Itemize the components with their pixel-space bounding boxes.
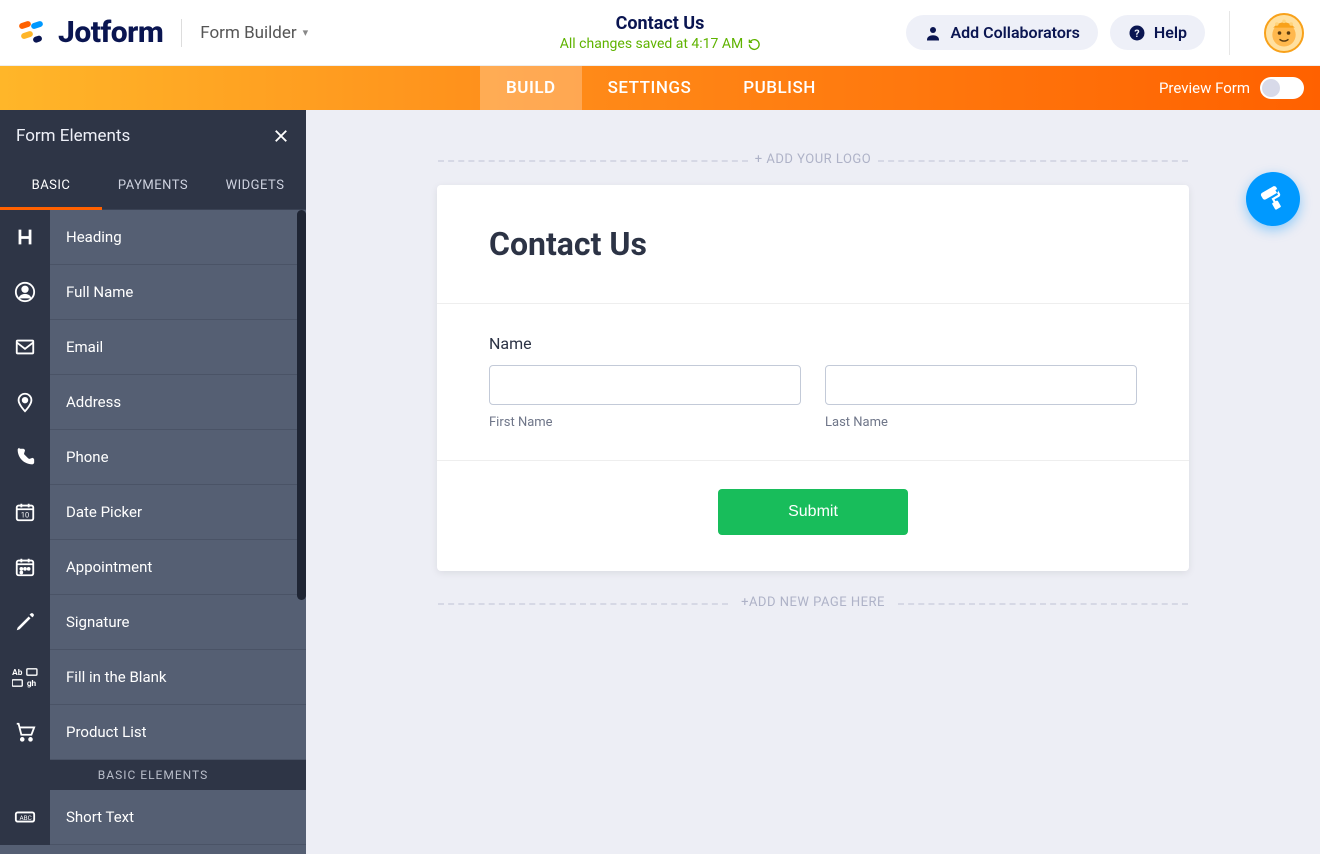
element-product-list[interactable]: Product List [0,705,306,760]
name-row: First Name Last Name [489,365,1137,430]
form-body: Name First Name Last Name [437,304,1189,461]
element-label: Short Text [50,808,134,826]
avatar[interactable] [1264,13,1304,53]
element-signature[interactable]: Signature [0,595,306,650]
element-label: Full Name [50,283,133,301]
divider [181,19,182,47]
preview-form-toggle-area: Preview Form [1159,77,1304,99]
svg-text:gh: gh [27,679,37,688]
svg-text:ABC: ABC [20,814,32,822]
element-label: Phone [50,448,109,466]
element-list: Heading Full Name Email Address [0,210,306,854]
phone-icon [0,430,50,485]
calendar-icon: 10 [0,485,50,540]
chevron-down-icon: ▾ [303,26,309,39]
top-header: Jotform Form Builder ▾ Contact Us All ch… [0,0,1320,66]
element-fill-blank[interactable]: Abgh Fill in the Blank [0,650,306,705]
form-card: Contact Us Name First Name Last Name Sub… [437,185,1189,571]
paint-roller-fab[interactable] [1246,172,1300,226]
last-name-sublabel: Last Name [825,415,1137,430]
name-field-label: Name [489,334,1137,353]
sidebar-tabs: BASIC PAYMENTS WIDGETS [0,162,306,210]
element-email[interactable]: Email [0,320,306,375]
element-appointment[interactable]: Appointment [0,540,306,595]
sidebar-tab-widgets[interactable]: WIDGETS [204,162,306,209]
element-heading[interactable]: Heading [0,210,306,265]
element-label: Address [50,393,121,411]
pin-icon [0,375,50,430]
scrollbar[interactable] [297,210,306,600]
last-name-input[interactable] [825,365,1137,405]
app-title-dropdown[interactable]: Form Builder ▾ [200,23,308,43]
element-date-picker[interactable]: 10 Date Picker [0,485,306,540]
cart-icon [0,705,50,760]
element-phone[interactable]: Phone [0,430,306,485]
svg-text:?: ? [1134,26,1139,39]
element-full-name[interactable]: Full Name [0,265,306,320]
element-label: Product List [50,723,147,741]
element-short-text[interactable]: ABC Short Text [0,790,306,845]
form-footer: Submit [437,461,1189,571]
divider [1229,11,1230,55]
tab-settings[interactable]: SETTINGS [582,66,718,110]
sidebar-header: Form Elements [0,110,306,162]
sidebar-title: Form Elements [16,126,130,146]
close-icon[interactable] [272,127,290,145]
mail-icon [0,320,50,375]
save-status: All changes saved at 4:17 AM [560,36,761,52]
tab-publish[interactable]: PUBLISH [717,66,842,110]
pen-icon [0,595,50,650]
form-header[interactable]: Contact Us [437,185,1189,304]
refresh-icon [747,38,760,51]
app-title-label: Form Builder [200,23,296,43]
blank-icon: Abgh [0,650,50,705]
logo-area[interactable]: Jotform [16,15,163,50]
header-actions: Add Collaborators ? Help [906,11,1304,55]
sidebar-tab-payments[interactable]: PAYMENTS [102,162,204,209]
element-label: Email [50,338,103,356]
shorttext-icon: ABC [0,790,50,845]
element-label: Signature [50,613,130,631]
element-label: Fill in the Blank [50,668,167,686]
user-icon [924,24,942,42]
logo-icon [16,17,48,49]
nav-tabs: BUILD SETTINGS PUBLISH [480,66,842,110]
canvas: + ADD YOUR LOGO Contact Us Name First Na… [306,110,1320,854]
preview-label: Preview Form [1159,79,1250,97]
element-label: Date Picker [50,503,142,521]
svg-text:Ab: Ab [12,668,23,678]
user-icon [0,265,50,320]
collaborators-label: Add Collaborators [950,23,1079,42]
preview-toggle[interactable] [1260,77,1304,99]
first-name-sublabel: First Name [489,415,801,430]
add-logo-placeholder[interactable]: + ADD YOUR LOGO [438,152,1188,167]
sidebar: Form Elements BASIC PAYMENTS WIDGETS Hea… [0,110,306,854]
main-nav: BUILD SETTINGS PUBLISH Preview Form [0,66,1320,110]
calendar-plus-icon [0,540,50,595]
element-label: Heading [50,228,122,246]
first-name-input[interactable] [489,365,801,405]
submit-button[interactable]: Submit [718,489,908,535]
svg-text:10: 10 [21,511,29,520]
heading-icon [0,210,50,265]
section-header-basic: BASIC ELEMENTS [0,760,306,790]
element-label: Appointment [50,558,152,576]
tab-build[interactable]: BUILD [480,66,582,110]
element-address[interactable]: Address [0,375,306,430]
form-title-area: Contact Us All changes saved at 4:17 AM [560,13,761,52]
help-button[interactable]: ? Help [1110,15,1205,50]
form-title: Contact Us [489,225,1137,263]
add-page-placeholder[interactable]: +ADD NEW PAGE HERE [438,595,1188,610]
add-collaborators-button[interactable]: Add Collaborators [906,15,1097,50]
form-name[interactable]: Contact Us [560,13,761,34]
sidebar-tab-basic[interactable]: BASIC [0,162,102,209]
main-area: Form Elements BASIC PAYMENTS WIDGETS Hea… [0,110,1320,854]
help-icon: ? [1128,24,1146,42]
help-label: Help [1154,23,1187,42]
brand-text: Jotform [58,15,163,50]
